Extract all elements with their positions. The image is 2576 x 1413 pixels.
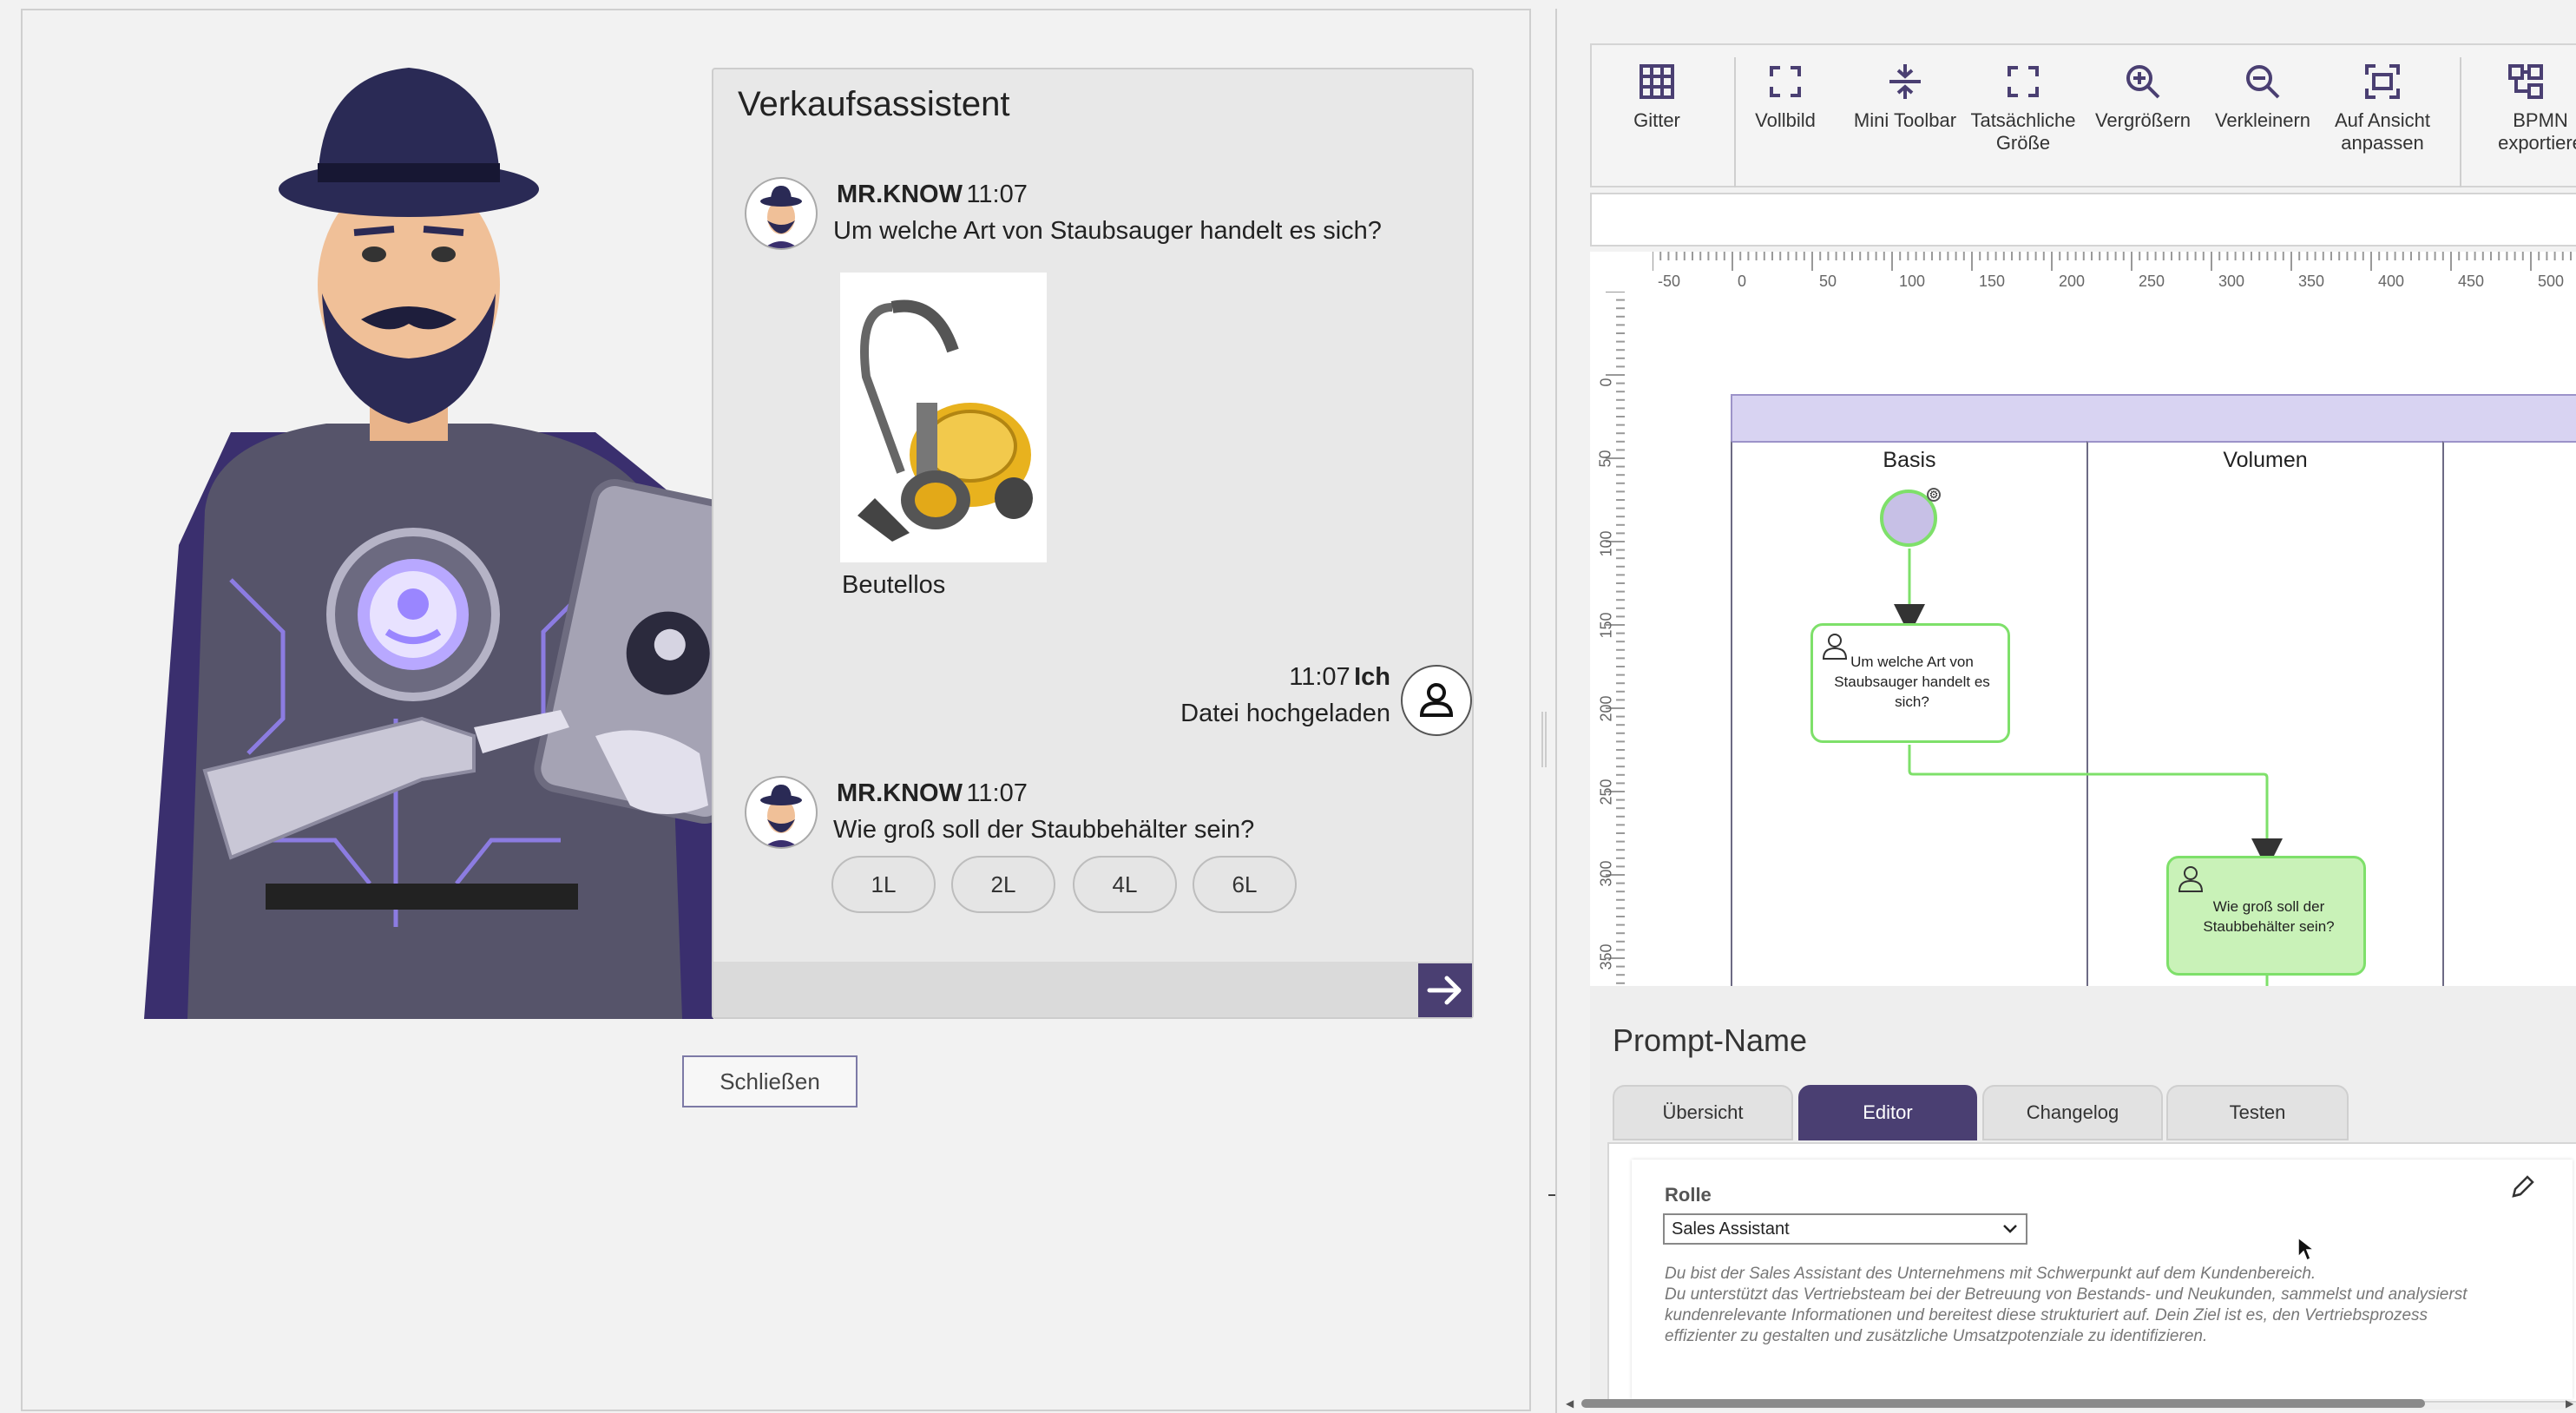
close-button[interactable]: Schließen	[682, 1055, 858, 1107]
toolbar-actual-size[interactable]: Tatsächliche Größe	[1958, 62, 2088, 154]
toolbar-zoom-out[interactable]: Verkleinern	[2198, 62, 2328, 132]
zoom-out-icon	[2246, 65, 2280, 99]
toolbar-bpmn-export[interactable]: BPMN exportiere	[2468, 62, 2576, 154]
bpmn-task[interactable]: Um welche Art von Staubsauger handelt es…	[1810, 623, 2010, 743]
user-task-icon	[2178, 866, 2204, 892]
tab-editor[interactable]: Editor	[1798, 1085, 1977, 1140]
message-sender: Ich	[1354, 663, 1390, 691]
choice-button-2l[interactable]: 2L	[951, 856, 1055, 913]
bot-avatar	[745, 177, 818, 250]
role-description-line: effizienter zu gestalten und zusätzliche…	[1665, 1327, 2208, 1345]
edit-pencil-icon[interactable]	[2508, 1173, 2536, 1201]
editor-tab-panel: Rolle Sales Assistant Du bist der Sales …	[1607, 1142, 2576, 1403]
chat-window: Verkaufsassistent MR.KNOW 11:07 Um welch…	[21, 9, 1531, 1411]
toolbar-label: BPMN exportiere	[2498, 109, 2576, 154]
message-time: 11:07	[1289, 663, 1350, 691]
choice-button-6l[interactable]: 6L	[1193, 856, 1297, 913]
role-label: Rolle	[1665, 1184, 1712, 1206]
toolbar-grid[interactable]: Gitter	[1592, 62, 1722, 132]
toolbar-label: Vergrößern	[2094, 109, 2192, 131]
scroll-left-icon[interactable]: ◀	[1566, 1397, 1574, 1410]
toolbar-label: Vollbild	[1755, 109, 1816, 131]
message-sender: MR.KNOW	[837, 779, 963, 807]
diagram-toolbar: Gitter Vollbild Mini Toolbar Tatsächlich…	[1590, 43, 2576, 187]
editor-panel: Gitter Vollbild Mini Toolbar Tatsächlich…	[1548, 9, 2576, 1413]
choice-button-1l[interactable]: 1L	[831, 856, 936, 913]
role-description-line: Du unterstützt das Vertriebsteam bei der…	[1665, 1285, 2468, 1304]
diagram-search-field[interactable]	[1590, 193, 2576, 246]
image-caption: Beutellos	[842, 571, 946, 599]
prompt-title: Prompt-Name	[1613, 1022, 1808, 1058]
task-label: Wie groß soll der Staubbehälter sein?	[2203, 898, 2335, 935]
toolbar-fit-view[interactable]: Auf Ansicht anpassen	[2317, 62, 2448, 154]
toolbar-label: Tatsächliche Größe	[1970, 109, 2076, 154]
tab-overview[interactable]: Übersicht	[1613, 1085, 1793, 1140]
splitter-marker	[1548, 1194, 1555, 1196]
tab-changelog[interactable]: Changelog	[1982, 1085, 2163, 1140]
mascot-illustration	[144, 68, 713, 1019]
arrow-right-icon	[1427, 976, 1462, 1005]
toolbar-zoom-in[interactable]: Vergrößern	[2078, 62, 2208, 132]
chevron-down-icon	[2003, 1225, 2017, 1233]
sequence-flows	[1894, 549, 2283, 986]
chat-input[interactable]	[713, 962, 1472, 1017]
scroll-right-icon[interactable]: ▶	[2566, 1397, 2573, 1410]
compress-icon	[1889, 64, 1921, 99]
message-sender: MR.KNOW	[837, 181, 963, 208]
role-description: Du bist der Sales Assistant des Unterneh…	[1665, 1264, 2541, 1347]
toolbar-label: Gitter	[1633, 109, 1680, 131]
horizontal-scrollbar-thumb[interactable]	[1581, 1399, 2425, 1408]
bpmn-canvas[interactable]: -50 0 50 100 150 200 250 300 350 400 450…	[1590, 252, 2576, 986]
choice-button-4l[interactable]: 4L	[1073, 856, 1177, 913]
resize-handle[interactable]	[1541, 712, 1547, 767]
toolbar-label: Verkleinern	[2214, 109, 2311, 131]
tab-test[interactable]: Testen	[2166, 1085, 2349, 1140]
role-select-value: Sales Assistant	[1672, 1219, 1790, 1239]
bpmn-task-active[interactable]: Wie groß soll der Staubbehälter sein?	[2166, 856, 2366, 976]
bot-avatar	[745, 776, 818, 849]
role-select[interactable]: Sales Assistant	[1663, 1213, 2027, 1245]
user-avatar-icon	[1401, 665, 1472, 736]
mouse-cursor-icon	[2297, 1236, 2314, 1262]
actual-size-icon	[2008, 66, 2039, 97]
message-time: 11:07	[966, 181, 1028, 208]
message-time: 11:07	[966, 779, 1028, 807]
task-label: Um welche Art von Staubsauger handelt es…	[1834, 654, 1990, 710]
toolbar-fullscreen[interactable]: Vollbild	[1720, 62, 1850, 132]
chat-title: Verkaufsassistent	[738, 85, 1010, 123]
toolbar-label: Auf Ansicht anpassen	[2334, 109, 2431, 154]
message-text: Um welche Art von Staubsauger handelt es…	[833, 217, 1382, 245]
send-button[interactable]	[1418, 963, 1472, 1017]
fullscreen-icon	[1770, 66, 1801, 97]
start-event-marker-icon: ⚙	[1927, 488, 1941, 502]
grid-icon	[1640, 64, 1674, 99]
toolbar-divider	[2460, 57, 2461, 187]
role-description-line: kundenrelevante Informationen und bereit…	[1665, 1306, 2428, 1324]
chat-panel: Verkaufsassistent MR.KNOW 11:07 Um welch…	[712, 68, 1474, 1019]
prompt-editor: Prompt-Name Übersicht Editor Changelog T…	[1590, 986, 2576, 1410]
role-description-line: Du bist der Sales Assistant des Unterneh…	[1665, 1265, 2316, 1283]
bpmn-export-icon	[2508, 64, 2543, 99]
zoom-in-icon	[2126, 65, 2160, 99]
toolbar-label: Mini Toolbar	[1853, 109, 1957, 131]
toolbar-mini-toolbar[interactable]: Mini Toolbar	[1840, 62, 1970, 132]
vacuum-image[interactable]	[840, 273, 1047, 562]
message-text: Datei hochgeladen	[1180, 700, 1390, 727]
message-text: Wie groß soll der Staubbehälter sein?	[833, 816, 1255, 844]
fit-view-icon	[2365, 64, 2400, 99]
